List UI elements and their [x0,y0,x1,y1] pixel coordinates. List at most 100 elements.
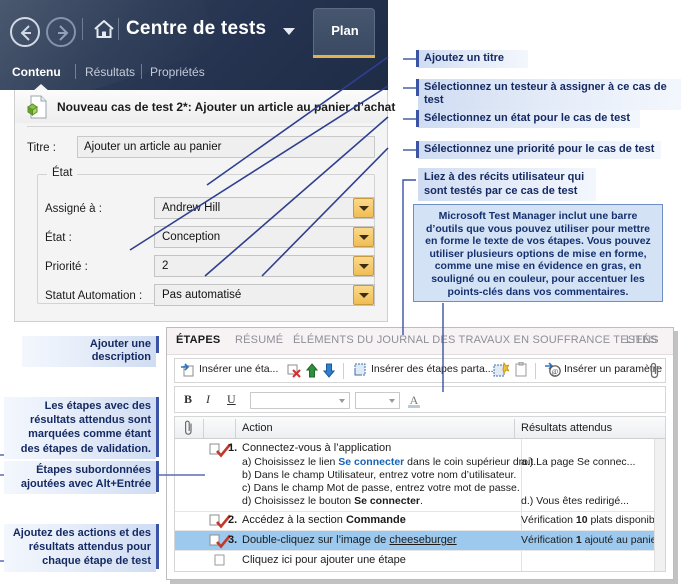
column-header-action[interactable]: Action [242,422,273,434]
callout-line-2: résultats attendus pour [28,541,151,554]
insert-step-icon[interactable] [180,362,196,381]
step-action: Double-cliquez sur l’image de cheeseburg… [242,534,457,546]
table-row[interactable]: 3. Double-cliquez sur l’image de cheeseb… [175,531,665,550]
assigned-to-value: Andrew Hill [162,202,221,214]
callout-add-description: Ajouter une description [22,336,156,367]
table-row[interactable]: 2. Accédez à la section Commande Vérific… [175,512,665,530]
test-steps-panel: ÉTAPES RÉSUMÉ ÉLÉMENTS DU JOURNAL DES TR… [166,327,674,580]
insert-parameter-button[interactable]: Insérer un paramètre [564,363,662,375]
callout-substeps: Étapes subordonnées ajoutées avec Alt+En… [4,461,156,495]
tab-proprietes[interactable]: Propriétés [150,65,205,79]
insert-shared-steps-icon[interactable] [352,362,368,381]
subtab-divider-2 [141,64,142,79]
priority-label: Priorité : [45,261,88,273]
grid-header-divider-3 [514,419,515,438]
insert-shared-steps-button[interactable]: Insérer des étapes parta... [371,363,494,375]
grid-header-divider-2 [235,419,236,438]
callout-select-state: Sélectionnez un état pour le cas de test [418,110,640,128]
callout-line-1: Liez à des récits utilisateur qui [424,171,585,183]
callout-bar [156,336,159,353]
new-step-icon [213,553,227,571]
chevron-down-icon[interactable] [283,28,295,35]
callout-add-title: Ajoutez un titre [418,50,528,68]
expected-result-a: a.) La page Se connec... [521,456,636,468]
expected-result: Vérification 1 ajouté au panier [521,534,660,546]
callout-line-3: chaque étape de test [42,555,151,568]
assigned-to-combobox[interactable]: Andrew Hill [154,197,375,219]
callout-select-tester: Sélectionnez un testeur à assigner à ce … [418,79,681,110]
callout-line-3: marquées comme étant [28,428,151,441]
priority-dropdown-arrow[interactable] [353,256,374,276]
table-row[interactable]: 1. Connectez-vous à l’application a) Cho… [175,439,665,507]
bold-button[interactable]: B [184,392,192,407]
callout-bar [156,461,159,492]
tab-etapes[interactable]: ÉTAPES [176,334,220,346]
arrow-up-icon[interactable] [305,363,319,381]
state-combobox[interactable]: Conception [154,226,375,248]
callout-select-priority: Sélectionnez une priorité pour le cas de… [418,141,661,159]
arrow-down-icon[interactable] [322,363,336,381]
nav-divider-2 [118,18,119,40]
tab-contenu[interactable]: Contenu [12,65,61,79]
callout-bar [156,524,159,569]
forward-arrow-icon[interactable] [46,17,76,47]
step-number: 1. [228,442,238,454]
insert-step-button[interactable]: Insérer une éta... [199,363,278,375]
tab-resultats[interactable]: Résultats [85,65,135,79]
formatting-toolbar: B I U A [174,386,666,413]
title-field-label: Titre : [27,142,56,154]
underline-button[interactable]: U [227,392,236,407]
automation-status-value: Pas automatisé [162,289,242,301]
font-family-select[interactable] [250,392,350,409]
navigation-bar: Centre de tests Plan [0,0,388,57]
automation-status-dropdown-arrow[interactable] [353,285,374,305]
tab-resume[interactable]: RÉSUMÉ [235,334,283,346]
back-arrow-icon[interactable] [10,17,40,47]
form-header-title: Nouveau cas de test 2*: Ajouter un artic… [57,100,396,114]
column-header-expected[interactable]: Résultats attendus [521,422,612,434]
tab-plan[interactable]: Plan [313,8,375,55]
page-title: Centre de tests [126,18,267,39]
callout-validation-steps: Les étapes avec des résultats attendus s… [4,397,156,459]
italic-button[interactable]: I [206,392,210,407]
font-color-icon[interactable]: A [406,392,422,412]
priority-combobox[interactable]: 2 [154,255,375,277]
steps-toolbar: Insérer une éta... Insérer des étapes pa… [174,358,666,383]
title-input-value: Ajouter un article au panier [84,141,222,153]
state-value: Conception [162,231,221,243]
paste-icon[interactable] [515,361,529,381]
callout-formatting-tip: Microsoft Test Manager inclut une barre … [413,204,663,302]
assigned-to-label: Assigné à : [45,203,102,215]
home-icon[interactable] [92,18,116,43]
tab-plan-label: Plan [331,23,359,38]
title-input[interactable]: Ajouter un article au panier [77,136,375,158]
paperclip-icon [183,420,194,439]
callout-line-2: ajoutées avec Alt+Entrée [20,478,151,491]
paperclip-icon[interactable] [649,362,661,382]
subtab-divider-1 [75,64,76,79]
delete-step-icon[interactable] [287,363,303,382]
add-step-label: Cliquez ici pour ajouter une étape [242,554,406,566]
callout-line-4: des étapes de validation. [20,442,151,455]
form-divider [27,126,375,127]
steps-tab-bar: ÉTAPES RÉSUMÉ ÉLÉMENTS DU JOURNAL DES TR… [167,328,673,355]
state-dropdown-arrow[interactable] [353,227,374,247]
callout-actions-expected: Ajoutez des actions et des résultats att… [4,524,156,572]
insert-parameter-icon[interactable]: @ [544,362,562,381]
test-case-form-panel: Nouveau cas de test 2*: Ajouter un artic… [14,90,395,322]
automation-status-label: Statut Automation : [45,290,143,302]
automation-status-combobox[interactable]: Pas automatisé [154,284,375,306]
font-size-select[interactable] [355,392,400,409]
callout-line-1: Ajoutez des actions et des [12,527,151,539]
vertical-scrollbar[interactable] [654,439,665,571]
test-case-document-icon [27,95,49,119]
svg-text:@: @ [552,368,559,376]
tab-liens[interactable]: LIENS [626,334,659,346]
step-number: 3. [228,534,238,546]
assigned-to-dropdown-arrow[interactable] [353,198,374,218]
state-group-legend: État [47,167,78,179]
add-step-row[interactable]: Cliquez ici pour ajouter une étape [175,551,665,571]
create-shared-steps-icon[interactable] [493,361,511,381]
application-chrome: Centre de tests Plan Contenu Résultats P… [0,0,388,90]
tab-elements-journal[interactable]: ÉLÉMENTS DU JOURNAL DES TRAVAUX EN SOUFF… [293,334,657,346]
